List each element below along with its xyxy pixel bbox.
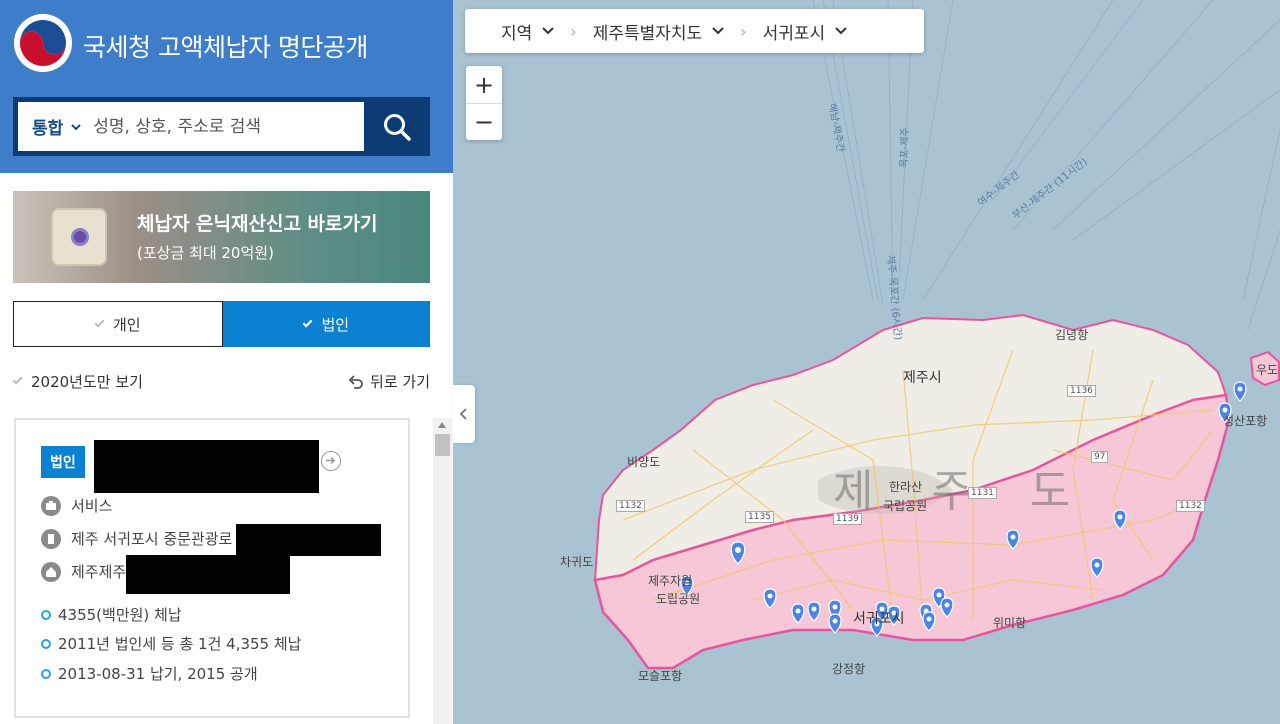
road-number: 1132: [1176, 500, 1205, 512]
check-icon: [94, 317, 105, 327]
undo-arrow-icon: [348, 374, 363, 389]
map-canvas[interactable]: 제 주 도 제주시 서귀포시 한라산 국립공원 김녕항 비양도 차귀도 위미항 …: [453, 0, 1280, 724]
search-button[interactable]: [368, 102, 426, 151]
search-icon: [384, 113, 411, 141]
map-label-udo: 우도: [1256, 363, 1279, 377]
road-number: 97: [1091, 451, 1109, 463]
taxpayer-type-toggle: 개인 법인: [13, 301, 430, 347]
road-number: 1136: [1067, 385, 1096, 397]
map-label-gimnyeong: 김녕항: [1055, 328, 1089, 342]
banner-subtitle: (포상금 최대 20억원): [137, 244, 274, 262]
map-label-forest-1: 제주자월: [648, 574, 693, 588]
road-number: 1135: [745, 511, 774, 523]
map-label-forest-2: 도립공원: [656, 592, 701, 606]
chevron-left-icon: [459, 408, 467, 420]
category-text: 서비스: [71, 497, 113, 515]
sidebar-collapse-button[interactable]: [453, 385, 475, 443]
zoom-in-button[interactable]: +: [466, 66, 502, 103]
bullet-icon: [41, 668, 51, 679]
bullet-icon: [41, 638, 51, 649]
header: 국세청 고액체납자 명단공개 통합: [0, 0, 453, 173]
year-only-toggle[interactable]: 2020년도만 보기: [12, 371, 143, 392]
redacted-address: [236, 524, 381, 556]
category-row: 서비스: [41, 495, 112, 516]
corporate-badge: 법인: [41, 446, 85, 478]
zoom-out-button[interactable]: −: [466, 103, 502, 140]
map-label-island: 제 주 도: [833, 466, 1093, 517]
map-label-seogwipo: 서귀포시: [853, 611, 905, 627]
briefcase-icon: [41, 495, 61, 516]
result-card[interactable]: 법인 서비스 제주 서귀포시 중문관광로 제주제주 4355(백만원) 체납 2…: [14, 418, 410, 718]
tab-individual-label: 개인: [112, 315, 141, 334]
hidden-asset-report-banner[interactable]: 체납자 은닉재산신고 바로가기 (포상금 최대 20억원): [13, 191, 430, 283]
redacted-lot-address: [126, 555, 290, 594]
breadcrumb-province-label: 제주특별자치도: [592, 23, 703, 44]
search-bar: 통합: [13, 97, 430, 156]
region-breadcrumb: 지역 › 제주특별자치도 › 서귀포시: [465, 9, 924, 53]
detail-text: 2011년 법인세 등 총 1건 4,355 체납: [58, 635, 302, 653]
map-label-chagwido: 차귀도: [560, 555, 594, 569]
back-label: 뒤로 가기: [370, 373, 430, 391]
lot-address-row: 제주제주: [41, 561, 126, 582]
chevron-down-icon: [835, 27, 847, 35]
map-label-hallasan: 한라산: [889, 480, 923, 494]
search-input[interactable]: [93, 116, 344, 137]
map-label-gangjeong: 강정항: [832, 662, 866, 676]
breadcrumb-region-label: 지역: [501, 23, 533, 44]
breadcrumb-province[interactable]: 제주특별자치도: [593, 19, 724, 44]
back-link[interactable]: 뒤로 가기: [348, 371, 430, 392]
dates-text: 2013-08-31 납기, 2015 공개: [58, 665, 258, 683]
safe-icon: [51, 208, 107, 266]
banner-title: 체납자 은닉재산신고 바로가기: [137, 213, 378, 235]
detail-row: 2011년 법인세 등 총 1건 4,355 체납: [41, 633, 301, 654]
chevron-down-icon: [712, 27, 724, 35]
road-number: 1139: [833, 513, 862, 525]
sidebar: 국세청 고액체납자 명단공개 통합 체납자 은닉재산신고 바로가기 (포상금 최…: [0, 0, 453, 724]
government-emblem-logo[interactable]: [14, 14, 72, 72]
filter-row: 2020년도만 보기 뒤로 가기: [12, 368, 430, 394]
scroll-up-arrow-icon[interactable]: [438, 422, 446, 428]
arrow-right-circle-icon[interactable]: [321, 451, 341, 471]
tab-corporate-label: 법인: [321, 315, 350, 334]
road-address-row: 제주 서귀포시 중문관광로: [41, 528, 232, 549]
map-label-moseulpo: 모슬포항: [638, 669, 683, 683]
bullet-icon: [41, 609, 51, 620]
map-label-seongsanpo: 성산포항: [1223, 414, 1268, 428]
breadcrumb-city[interactable]: 서귀포시: [763, 19, 848, 44]
page-title: 국세청 고액체납자 명단공개: [83, 33, 368, 62]
road-number: 1131: [968, 487, 997, 499]
search-box: 통합: [18, 102, 364, 151]
amount-text: 4355(백만원) 체납: [58, 606, 182, 624]
year-only-label: 2020년도만 보기: [31, 373, 143, 391]
scroll-thumb[interactable]: [435, 434, 450, 456]
dates-row: 2013-08-31 납기, 2015 공개: [41, 663, 258, 684]
tab-individual[interactable]: 개인: [13, 301, 223, 347]
check-icon: [302, 317, 313, 327]
chevron-down-icon[interactable]: [69, 120, 83, 134]
lot-address-text: 제주제주: [71, 563, 127, 581]
breadcrumb-city-label: 서귀포시: [762, 23, 826, 44]
check-icon: [12, 374, 23, 385]
home-icon: [41, 561, 61, 582]
map-label-hallasan-park: 국립공원: [883, 499, 928, 513]
redacted-name: [94, 440, 319, 493]
breadcrumb-region[interactable]: 지역: [501, 19, 554, 44]
building-icon: [41, 528, 61, 549]
amount-row: 4355(백만원) 체납: [41, 604, 182, 625]
map-label-biyangdo: 비양도: [627, 455, 661, 469]
road-address-text: 제주 서귀포시 중문관광로: [71, 530, 233, 548]
scrollbar[interactable]: [433, 418, 452, 724]
search-scope-select[interactable]: 통합: [32, 114, 63, 139]
tab-corporate[interactable]: 법인: [222, 301, 430, 347]
map-label-jeju-city: 제주시: [903, 370, 942, 386]
map-label-route-3: 목포-제주: [899, 127, 912, 168]
map-label-wimi: 위미항: [993, 616, 1027, 630]
chevron-right-icon: ›: [740, 21, 747, 41]
zoom-control: + −: [466, 66, 502, 140]
chevron-down-icon: [542, 27, 554, 35]
chevron-right-icon: ›: [570, 21, 577, 41]
road-number: 1132: [616, 500, 645, 512]
